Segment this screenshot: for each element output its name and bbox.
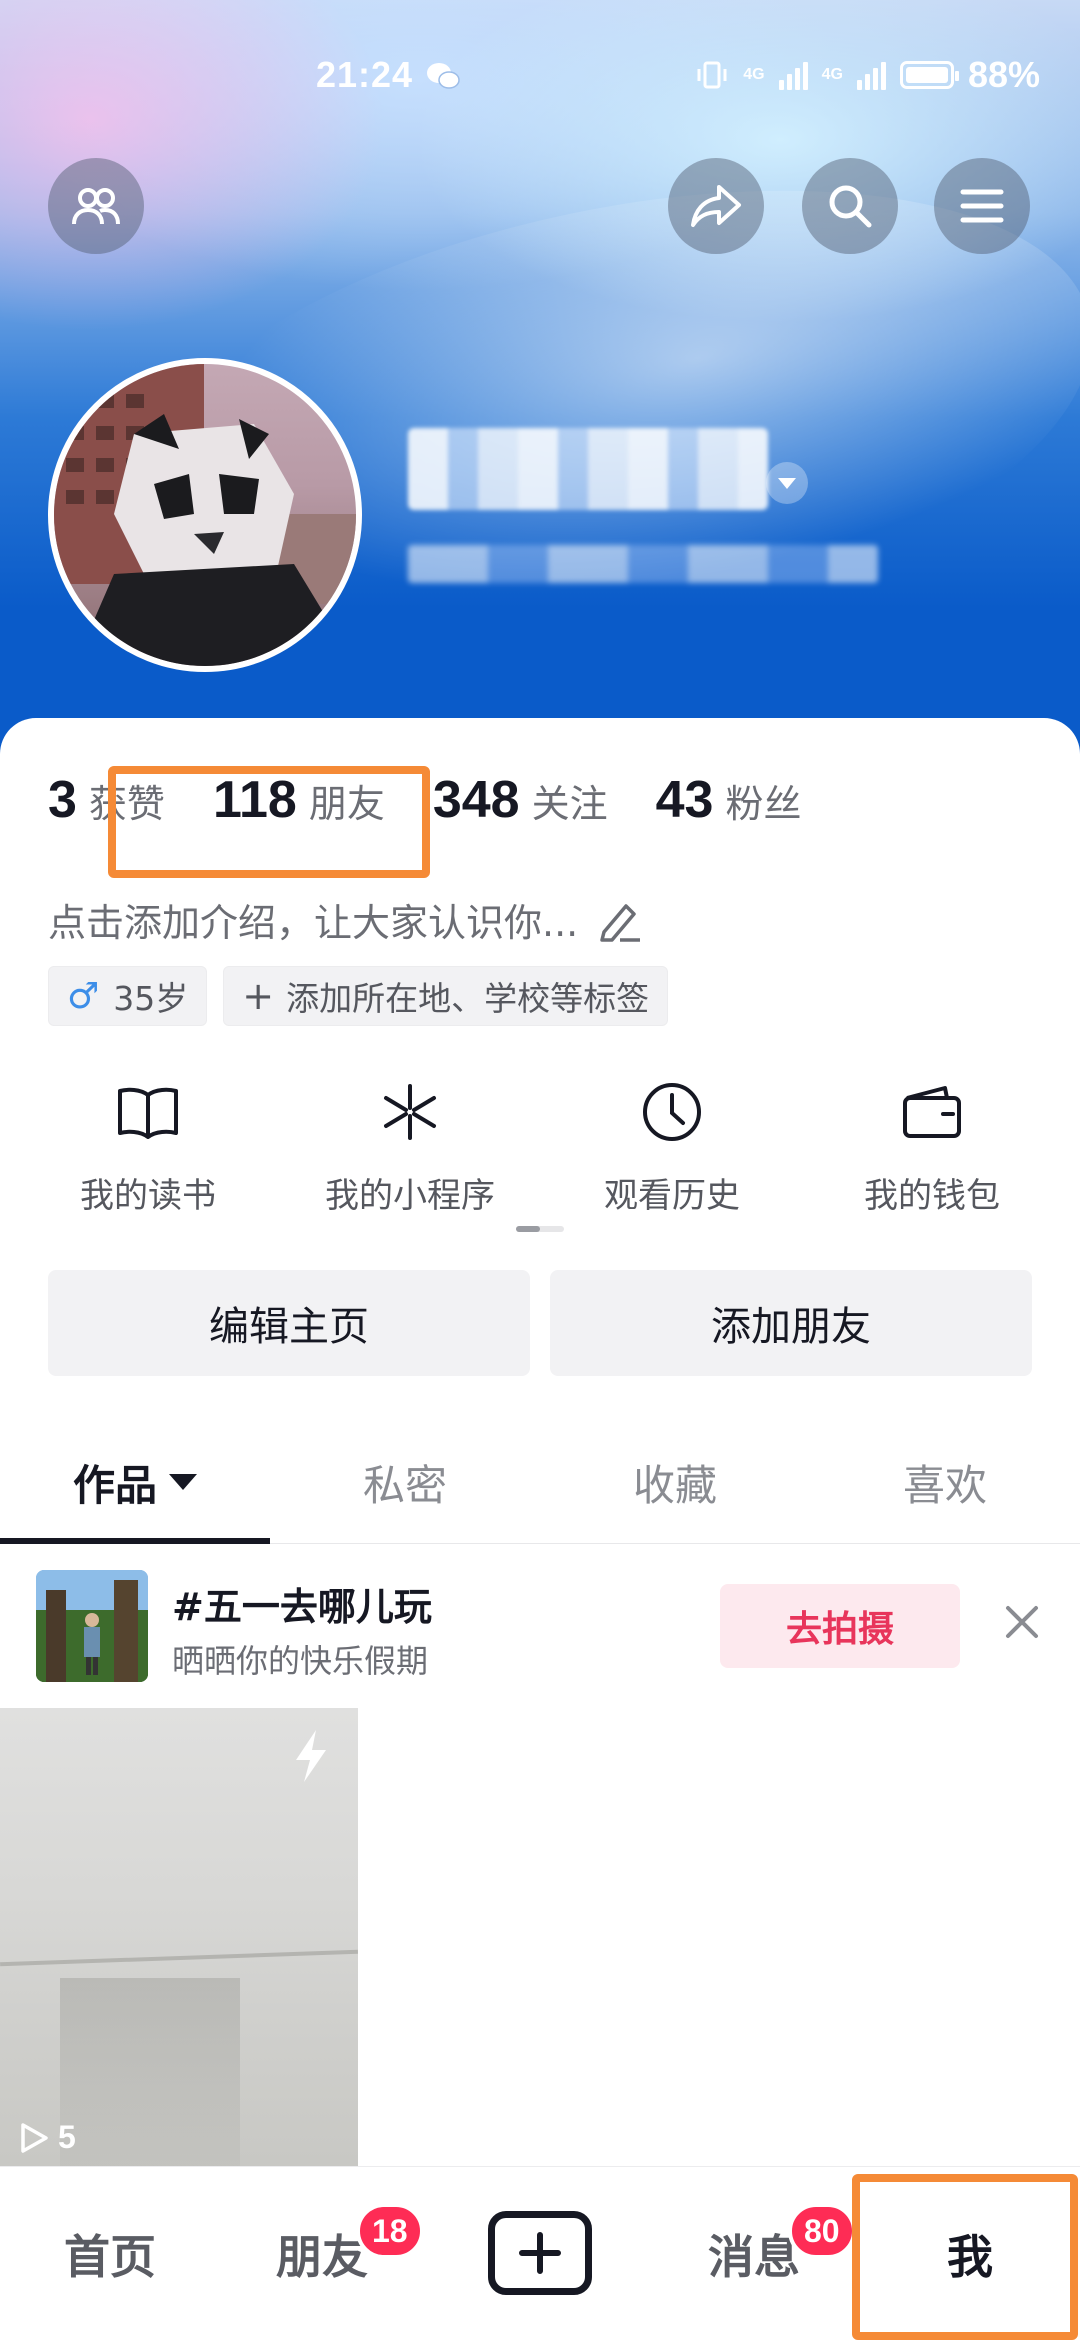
avatar[interactable] [48,358,362,672]
wechat-icon [427,63,460,89]
menu-button[interactable] [934,158,1030,254]
highlight-box-friends [108,766,430,878]
search-icon [829,185,872,228]
nav-messages-label: 消息 [708,2230,800,2284]
stat-followers-label: 粉丝 [725,782,802,826]
topic-thumbnail-image [36,1570,148,1682]
friends-icon [72,188,120,225]
bio-placeholder: 点击添加介绍，让大家认识你... [48,901,579,945]
stat-followers[interactable]: 43 粉丝 [656,770,802,830]
panda-avatar-image [54,364,356,666]
status-bar: 21:24 4G 4G 88% [0,50,1080,110]
edit-pencil-icon [600,903,641,942]
quick-links: 我的读书 我的小程序 观看历史 我的钱包 [0,1078,1080,1228]
plus-icon: + [242,974,275,1018]
share-button[interactable] [668,158,764,254]
clock-icon [643,1083,701,1141]
tab-likes[interactable]: 喜欢 [810,1420,1080,1544]
topic-suggestion: #五一去哪儿玩 晒晒你的快乐假期 去拍摄 [0,1556,1080,1696]
quick-link-mini-program-label: 我的小程序 [325,1176,495,1216]
stat-following[interactable]: 348 关注 [433,770,608,830]
video-play-count: 5 [18,2119,76,2156]
create-button[interactable] [488,2211,592,2295]
content-tabs: 作品 私密 收藏 喜欢 [0,1420,1080,1544]
play-count-label: 5 [58,2119,76,2155]
topic-thumbnail[interactable] [36,1570,148,1682]
video-edge-line [0,1949,358,1967]
signal-icon [778,60,808,90]
tab-works-label: 作品 [72,1460,157,1510]
menu-icon [960,189,1004,223]
profile-tags: ♂ 35岁 + 添加所在地、学校等标签 [48,966,669,1026]
close-icon[interactable] [1000,1600,1044,1644]
bio-prompt[interactable]: 点击添加介绍，让大家认识你... [48,892,642,947]
stat-following-count: 348 [432,771,520,829]
stat-followers-count: 43 [655,771,714,829]
mini-program-icon [384,1084,436,1140]
quick-link-history-label: 观看历史 [604,1176,740,1216]
age-tag-label: 35岁 [113,979,189,1018]
quick-link-reading[interactable]: 我的读书 [28,1078,268,1217]
tab-works[interactable]: 作品 [0,1420,270,1544]
book-icon [118,1087,178,1139]
vibrate-icon [697,61,727,89]
lightning-icon [296,1730,326,1782]
quick-link-wallet[interactable]: 我的钱包 [812,1078,1052,1217]
signal-icon-2 [856,60,886,90]
stat-likes-count: 3 [48,771,77,829]
add-friend-button[interactable]: 添加朋友 [550,1270,1032,1376]
messages-badge: 80 [788,2203,856,2259]
share-icon [691,185,741,227]
play-icon [21,2122,48,2153]
status-time: 21:24 [316,54,414,95]
edit-profile-button[interactable]: 编辑主页 [48,1270,530,1376]
quick-link-history[interactable]: 观看历史 [552,1078,792,1217]
chevron-down-icon [169,1474,197,1490]
battery-percent: 88% [967,54,1040,95]
user-id-blurred [408,545,878,583]
quick-link-reading-label: 我的读书 [80,1176,216,1216]
quick-link-wallet-label: 我的钱包 [864,1176,1000,1216]
quick-link-mini-program[interactable]: 我的小程序 [290,1078,530,1217]
add-tag-label: 添加所在地、学校等标签 [286,979,650,1018]
battery-icon [899,61,959,89]
topic-title[interactable]: #五一去哪儿玩 [172,1576,432,1631]
topic-subtitle: 晒晒你的快乐假期 [172,1642,429,1680]
quick-links-pager [516,1226,564,1232]
tab-active-indicator [0,1538,270,1544]
network-label-2: 4G [821,66,843,83]
stat-following-label: 关注 [531,782,608,826]
plus-icon [519,2232,561,2274]
network-label-1: 4G [743,66,765,83]
search-button[interactable] [802,158,898,254]
nav-home[interactable]: 首页 [20,2167,200,2340]
account-switch-caret-icon[interactable] [766,462,808,504]
tab-favorites[interactable]: 收藏 [540,1420,810,1544]
male-gender-icon: ♂ [67,975,100,1017]
friends-button[interactable] [48,158,144,254]
shoot-button[interactable]: 去拍摄 [720,1584,960,1668]
highlight-box-me [852,2174,1078,2340]
video-thumbnail[interactable]: 5 [0,1708,358,2166]
wallet-icon [903,1086,961,1138]
nav-friends-label: 朋友 [276,2230,368,2284]
add-tag-button[interactable]: + 添加所在地、学校等标签 [223,966,669,1026]
video-shadow [60,1978,240,2166]
age-tag[interactable]: ♂ 35岁 [48,966,208,1026]
tab-private[interactable]: 私密 [270,1420,540,1544]
friends-badge: 18 [356,2203,424,2259]
username-blurred [408,428,768,510]
